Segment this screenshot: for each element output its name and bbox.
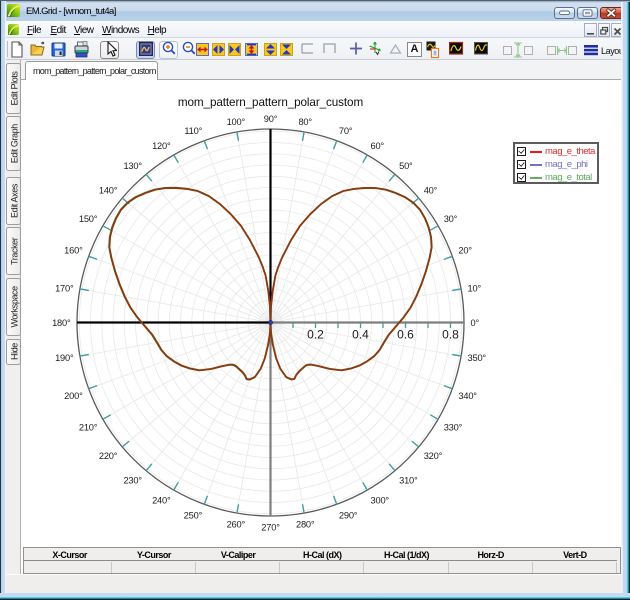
- svg-text:160°: 160°: [64, 246, 83, 256]
- svg-text:90°: 90°: [264, 114, 278, 124]
- svg-text:mom_pattern_pattern_polar_cust: mom_pattern_pattern_polar_custom: [178, 96, 363, 109]
- svg-text:190°: 190°: [55, 353, 74, 363]
- svg-text:0.4: 0.4: [352, 328, 369, 342]
- svg-text:210°: 210°: [79, 423, 98, 433]
- svg-text:50°: 50°: [399, 161, 413, 171]
- svg-text:280°: 280°: [296, 520, 315, 530]
- svg-text:70°: 70°: [339, 126, 353, 136]
- svg-text:20°: 20°: [458, 246, 472, 256]
- svg-text:220°: 220°: [99, 451, 118, 461]
- svg-text:60°: 60°: [371, 141, 385, 151]
- svg-text:120°: 120°: [152, 141, 171, 151]
- svg-text:290°: 290°: [339, 510, 358, 520]
- svg-text:230°: 230°: [123, 476, 142, 486]
- svg-text:250°: 250°: [184, 510, 203, 520]
- svg-text:10°: 10°: [468, 284, 482, 294]
- svg-text:0.2: 0.2: [307, 328, 324, 342]
- svg-text:0°: 0°: [471, 318, 480, 328]
- svg-text:310°: 310°: [399, 476, 418, 486]
- svg-text:260°: 260°: [227, 520, 246, 530]
- svg-text:170°: 170°: [55, 284, 74, 294]
- svg-text:40°: 40°: [424, 185, 438, 195]
- svg-text:240°: 240°: [152, 496, 171, 506]
- svg-text:270°: 270°: [261, 523, 280, 533]
- svg-text:330°: 330°: [444, 423, 463, 433]
- svg-text:30°: 30°: [444, 214, 458, 224]
- svg-text:200°: 200°: [64, 391, 83, 401]
- svg-text:140°: 140°: [99, 185, 118, 195]
- svg-text:150°: 150°: [79, 214, 98, 224]
- svg-text:340°: 340°: [458, 391, 477, 401]
- svg-text:100°: 100°: [227, 117, 246, 127]
- svg-text:110°: 110°: [184, 126, 202, 136]
- svg-text:180°: 180°: [52, 318, 71, 328]
- svg-text:0.8: 0.8: [442, 328, 459, 342]
- svg-text:300°: 300°: [371, 496, 390, 506]
- svg-text:0.6: 0.6: [397, 328, 414, 342]
- svg-text:80°: 80°: [298, 117, 312, 127]
- svg-text:350°: 350°: [468, 353, 487, 363]
- svg-text:130°: 130°: [123, 161, 142, 171]
- svg-text:320°: 320°: [424, 451, 443, 461]
